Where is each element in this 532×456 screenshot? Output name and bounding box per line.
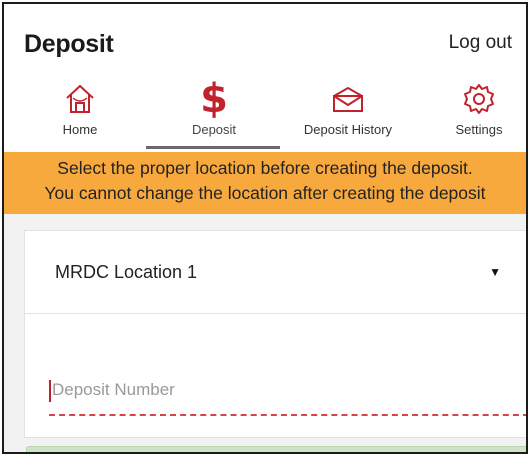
deposit-number-card: Deposit Number	[24, 314, 526, 438]
tab-bar: Home $ Deposit Deposit History Settings	[4, 78, 526, 150]
input-underline	[49, 414, 526, 416]
banner-line-1: Select the proper location before creati…	[57, 158, 473, 178]
submit-button[interactable]	[26, 446, 526, 452]
location-select-value: MRDC Location 1	[55, 262, 198, 282]
form-area: MRDC Location 1 ▼ Deposit Number	[4, 214, 526, 452]
text-cursor	[49, 380, 51, 402]
tab-deposit-history[interactable]: Deposit History	[288, 78, 408, 150]
dollar-icon: $	[200, 78, 228, 120]
dollar-glyph: $	[200, 76, 228, 122]
banner-line-2: You cannot change the location after cre…	[44, 183, 486, 203]
location-select[interactable]: MRDC Location 1 ▼	[24, 230, 526, 314]
app-window: Deposit Log out Home $ Deposit Deposit H…	[2, 2, 528, 454]
gear-icon	[462, 78, 496, 120]
envelope-icon	[331, 78, 365, 120]
page-title: Deposit	[24, 30, 114, 58]
warning-banner: Select the proper location before creati…	[4, 152, 526, 214]
tab-settings-label: Settings	[455, 122, 503, 137]
active-tab-indicator	[146, 146, 280, 149]
tab-home[interactable]: Home	[42, 78, 118, 150]
deposit-number-input[interactable]: Deposit Number	[52, 380, 175, 400]
logout-button[interactable]: Log out	[449, 32, 512, 54]
app-header: Deposit Log out	[4, 4, 526, 74]
tab-settings[interactable]: Settings	[442, 78, 516, 150]
tab-home-label: Home	[62, 122, 98, 137]
tab-deposit-history-label: Deposit History	[303, 122, 393, 137]
home-icon	[63, 78, 97, 120]
tab-deposit[interactable]: $ Deposit	[174, 78, 254, 150]
tab-deposit-label: Deposit	[191, 122, 237, 137]
dropdown-caret-icon: ▼	[489, 265, 501, 279]
